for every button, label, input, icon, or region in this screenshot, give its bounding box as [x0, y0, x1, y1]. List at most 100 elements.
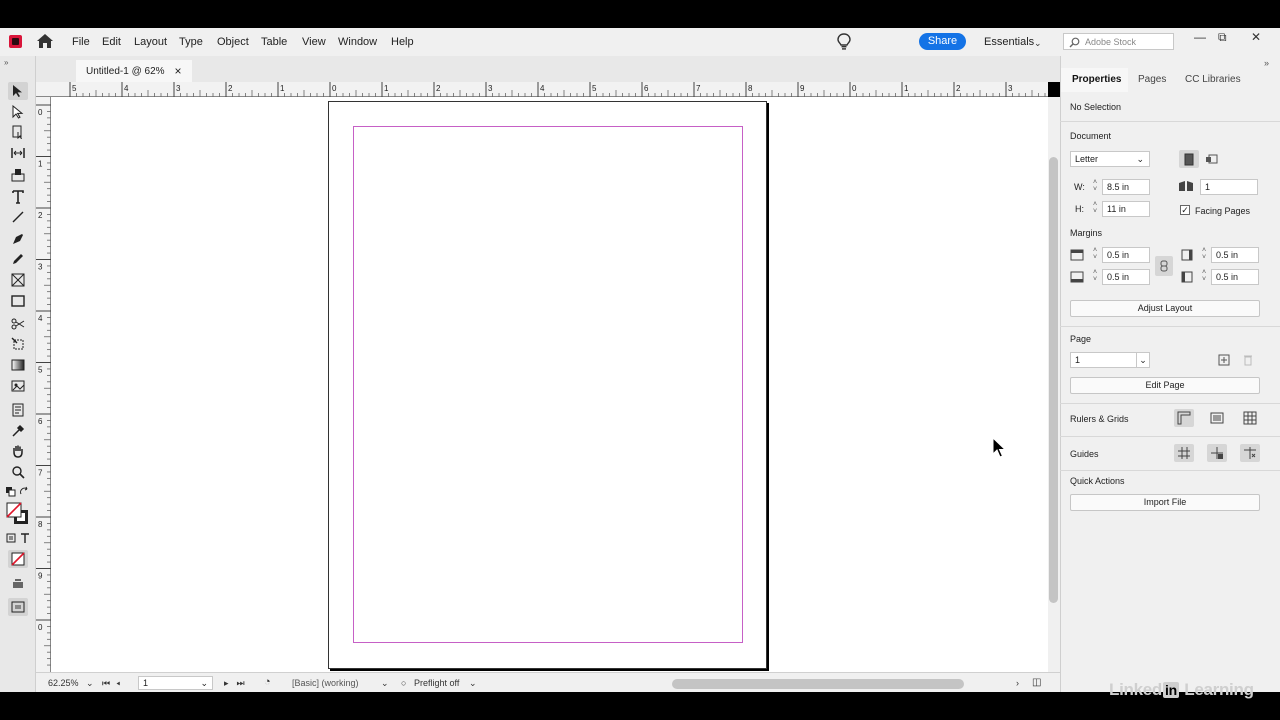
vertical-ruler[interactable]: 0 1 2 3 4 5 6 7 8 9 0 — [36, 97, 51, 672]
vertical-scrollbar[interactable] — [1048, 97, 1060, 672]
page-select[interactable]: 1 ⌄ — [1070, 352, 1150, 368]
page-tool[interactable] — [8, 123, 28, 141]
menu-help[interactable]: Help — [391, 36, 414, 48]
menu-edit[interactable]: Edit — [102, 36, 121, 48]
chevron-down-icon[interactable]: ⌄ — [1034, 38, 1042, 49]
apply-none-icon[interactable] — [8, 550, 28, 568]
share-button[interactable]: Share — [919, 33, 966, 50]
margin-outside-field[interactable]: 0.5 in — [1211, 269, 1259, 285]
tab-cc-libraries[interactable]: CC Libraries — [1185, 74, 1241, 85]
preflight-menu-icon[interactable]: ⌄ — [469, 678, 477, 689]
hand-tool[interactable] — [8, 442, 28, 460]
margin-top-field[interactable]: 0.5 in — [1102, 247, 1150, 263]
zoom-level[interactable]: 62.25% — [48, 678, 79, 688]
scissors-tool[interactable] — [8, 315, 28, 333]
gap-tool[interactable] — [8, 144, 28, 162]
document-page[interactable] — [328, 101, 767, 669]
gradient-swatch-tool[interactable] — [8, 356, 28, 374]
margin-bottom-field[interactable]: 0.5 in — [1102, 269, 1150, 285]
fill-stroke-swatch[interactable] — [6, 502, 30, 526]
minimize-button[interactable]: — — [1194, 30, 1206, 44]
line-tool[interactable] — [8, 208, 28, 226]
tab-pages[interactable]: Pages — [1138, 74, 1166, 85]
chevron-down-icon[interactable]: ⌄ — [381, 678, 389, 689]
link-margins-icon[interactable] — [1155, 256, 1173, 276]
open-page-icon[interactable]: ◔ — [264, 676, 271, 688]
menu-layout[interactable]: Layout — [134, 36, 167, 48]
rectangle-frame-tool[interactable] — [8, 271, 28, 289]
snap-guides-icon[interactable] — [1240, 444, 1260, 462]
pages-count-field[interactable]: 1 — [1200, 179, 1258, 195]
portrait-orientation-icon[interactable] — [1179, 150, 1199, 168]
lightbulb-icon[interactable] — [836, 33, 852, 51]
first-prev-page-icons[interactable]: ⏮◂ — [102, 678, 126, 689]
restore-button[interactable]: ⧉ — [1218, 30, 1227, 45]
horizontal-scroll-thumb[interactable] — [672, 679, 964, 689]
selection-tool[interactable] — [8, 82, 28, 100]
vertical-scroll-thumb[interactable] — [1049, 157, 1058, 603]
ruler-toggle-icon[interactable] — [1174, 409, 1194, 427]
screen-mode-icon[interactable] — [8, 598, 28, 616]
menu-view[interactable]: View — [302, 36, 326, 48]
split-view-icon[interactable]: ◫ — [1032, 677, 1041, 688]
direct-selection-tool[interactable] — [8, 103, 28, 121]
type-tool[interactable] — [8, 188, 28, 206]
next-last-page-icons[interactable]: ▸⏭ — [224, 678, 253, 689]
pen-tool[interactable] — [8, 230, 28, 248]
width-stepper[interactable]: ˄ ˅ — [1090, 179, 1100, 195]
delete-page-icon[interactable] — [1238, 351, 1258, 369]
document-tab[interactable]: Untitled-1 @ 62% × — [76, 60, 192, 82]
page-number-field[interactable]: 1 ⌄ — [138, 676, 213, 690]
zoom-dropdown-icon[interactable]: ⌄ — [86, 678, 94, 689]
baseline-grid-icon[interactable] — [1207, 409, 1227, 427]
formatting-container-text-icon[interactable] — [5, 532, 31, 544]
zoom-tool[interactable] — [8, 463, 28, 481]
margin-outside-stepper[interactable]: ˄ ˅ — [1199, 269, 1209, 285]
content-collector-tool[interactable] — [8, 166, 28, 184]
scroll-right-icon[interactable]: › — [1016, 678, 1019, 688]
facing-pages-checkbox[interactable]: ✓ — [1180, 205, 1190, 215]
default-swap-colors-icon[interactable] — [5, 486, 31, 498]
eyedropper-tool[interactable] — [8, 422, 28, 440]
stacked-view-icon[interactable] — [8, 574, 28, 592]
margin-top-stepper[interactable]: ˄ ˅ — [1090, 247, 1100, 263]
horizontal-ruler[interactable]: 543210123456789012345 — [36, 82, 1117, 97]
width-field[interactable]: 8.5 in — [1102, 179, 1150, 195]
adobe-stock-search[interactable]: Adobe Stock — [1063, 33, 1174, 50]
close-window-button[interactable]: ✕ — [1251, 30, 1261, 44]
close-tab-icon[interactable]: × — [175, 64, 182, 78]
home-icon[interactable] — [36, 33, 54, 49]
document-preset-select[interactable]: Letter ⌄ — [1070, 151, 1150, 167]
import-file-button[interactable]: Import File — [1070, 494, 1260, 511]
menu-table[interactable]: Table — [261, 36, 287, 48]
margin-bottom-stepper[interactable]: ˄ ˅ — [1090, 269, 1100, 285]
panel-collapse-icon[interactable]: » — [4, 58, 8, 67]
tab-properties[interactable]: Properties — [1072, 74, 1121, 85]
margin-inside-field[interactable]: 0.5 in — [1211, 247, 1259, 263]
margin-inside-stepper[interactable]: ˄ ˅ — [1199, 247, 1209, 263]
menu-object[interactable]: Object — [217, 36, 249, 48]
panel-collapse-icon[interactable]: » — [1264, 58, 1269, 68]
landscape-orientation-icon[interactable] — [1201, 150, 1221, 168]
add-page-icon[interactable] — [1214, 351, 1234, 369]
preflight-status[interactable]: Preflight off — [414, 678, 459, 688]
pencil-tool[interactable] — [8, 250, 28, 268]
divider — [1060, 403, 1280, 404]
workspace-switcher[interactable]: Essentials — [984, 36, 1034, 48]
chevron-down-icon[interactable]: ⌄ — [200, 677, 208, 689]
edit-page-button[interactable]: Edit Page — [1070, 377, 1260, 394]
rectangle-tool[interactable] — [8, 292, 28, 310]
note-list-tool[interactable] — [8, 401, 28, 419]
menu-type[interactable]: Type — [179, 36, 203, 48]
document-grid-icon[interactable] — [1240, 409, 1260, 427]
menu-file[interactable]: File — [72, 36, 90, 48]
smart-guides-icon[interactable] — [1207, 444, 1227, 462]
height-stepper[interactable]: ˄ ˅ — [1090, 201, 1100, 217]
height-field[interactable]: 11 in — [1102, 201, 1150, 217]
note-tool[interactable] — [8, 377, 28, 395]
adjust-layout-button[interactable]: Adjust Layout — [1070, 300, 1260, 317]
free-transform-tool[interactable] — [8, 335, 28, 353]
guides-toggle-icon[interactable] — [1174, 444, 1194, 462]
menu-window[interactable]: Window — [338, 36, 377, 48]
pasteboard[interactable] — [51, 97, 1048, 672]
